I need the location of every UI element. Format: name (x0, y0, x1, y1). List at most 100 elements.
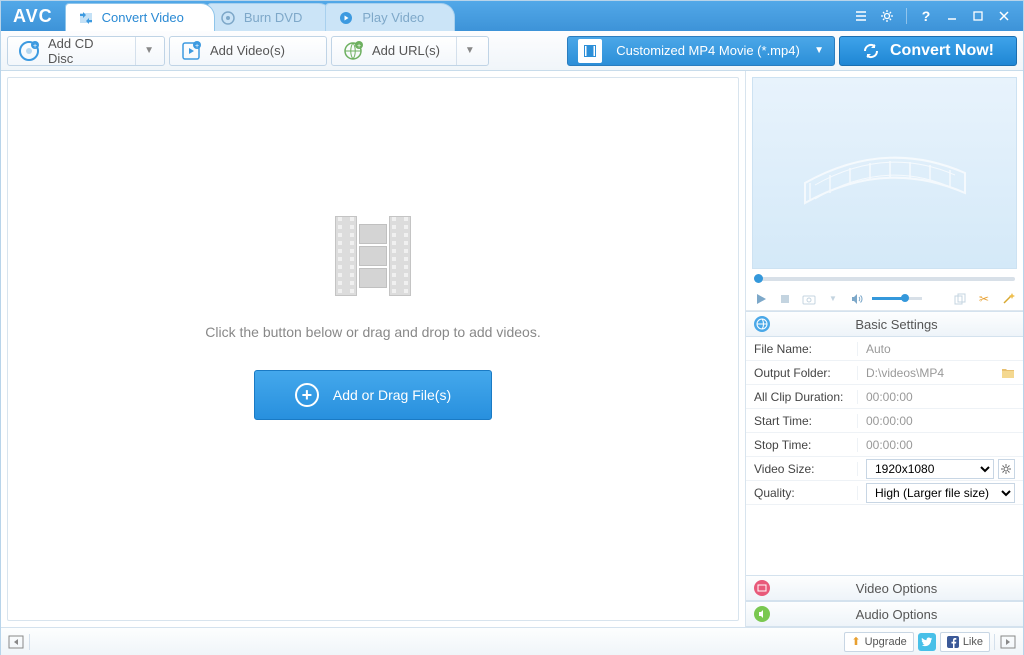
button-label: Add URL(s) (372, 43, 440, 58)
cut-icon[interactable]: ✂ (975, 290, 993, 308)
cd-icon: + (18, 40, 40, 62)
toolbar: + Add CD Disc ▼ + Add Video(s) + Add URL… (1, 31, 1023, 71)
value: 00:00:00 (858, 390, 1023, 404)
separator (994, 634, 995, 650)
play-icon[interactable] (752, 290, 770, 308)
settings-icon[interactable] (876, 5, 898, 27)
add-cd-button[interactable]: + Add CD Disc ▼ (7, 36, 165, 66)
bottom-sections: Video Options Audio Options (746, 575, 1023, 627)
value[interactable]: 00:00:00 (858, 414, 1023, 428)
snapshot-icon[interactable] (800, 290, 818, 308)
video-options-header[interactable]: Video Options (746, 575, 1023, 601)
volume-icon[interactable] (848, 290, 866, 308)
button-label: Add Video(s) (210, 43, 285, 58)
svg-text:+: + (357, 43, 361, 50)
video-icon (754, 580, 770, 596)
tabs: Convert Video Burn DVD Play Video (65, 1, 842, 31)
gear-icon[interactable] (998, 459, 1015, 479)
maximize-icon[interactable] (967, 5, 989, 27)
minimize-icon[interactable] (941, 5, 963, 27)
refresh-icon (862, 42, 880, 60)
add-files-button[interactable]: + Add or Drag File(s) (254, 370, 492, 420)
add-video-button[interactable]: + Add Video(s) (169, 36, 327, 66)
close-icon[interactable] (993, 5, 1015, 27)
value[interactable]: Auto (858, 342, 1023, 356)
label: File Name: (746, 342, 858, 356)
stop-icon[interactable] (776, 290, 794, 308)
video-file-icon: + (180, 40, 202, 62)
folder-path: D:\videos\MP4 (866, 366, 944, 380)
upgrade-button[interactable]: ⬆ Upgrade (844, 632, 913, 652)
drop-zone[interactable]: Click the button below or drag and drop … (7, 77, 739, 621)
svg-text:+: + (33, 43, 37, 50)
value[interactable]: D:\videos\MP4 (858, 366, 1023, 380)
row-clip-duration: All Clip Duration: 00:00:00 (746, 385, 1023, 409)
separator (906, 8, 907, 24)
drop-hint: Click the button below or drag and drop … (205, 324, 540, 340)
button-label: Add or Drag File(s) (333, 387, 451, 403)
copy-icon[interactable] (951, 290, 969, 308)
tab-convert-video[interactable]: Convert Video (65, 3, 215, 31)
player-controls: ▼ ✂ (746, 287, 1023, 311)
button-label: Upgrade (865, 636, 907, 648)
facebook-like-button[interactable]: Like (940, 632, 990, 652)
tab-play-video[interactable]: Play Video (325, 3, 455, 31)
row-quality: Quality: High (Larger file size) (746, 481, 1023, 505)
chevron-down-icon: ▼ (814, 45, 824, 56)
volume-slider[interactable] (872, 297, 922, 300)
tab-burn-dvd[interactable]: Burn DVD (207, 3, 334, 31)
button-label: Like (963, 636, 983, 648)
plus-icon: + (295, 383, 319, 407)
up-arrow-icon: ⬆ (851, 635, 860, 648)
folder-icon[interactable] (1001, 367, 1015, 379)
chevron-down-icon[interactable]: ▼ (824, 290, 842, 308)
app-logo: AVC (1, 1, 65, 31)
section-title: Basic Settings (778, 317, 1015, 332)
separator (29, 634, 30, 650)
globe-icon (754, 316, 770, 332)
window-controls: ? (842, 1, 1023, 31)
label: Output Folder: (746, 366, 858, 380)
file-list-panel: Click the button below or drag and drop … (1, 71, 745, 627)
button-label: Add CD Disc (48, 36, 119, 66)
add-url-button[interactable]: + Add URL(s) ▼ (331, 36, 489, 66)
profile-label: Customized MP4 Movie (*.mp4) (610, 43, 806, 58)
disc-icon (220, 10, 236, 26)
right-panel: ▼ ✂ Basic Settings File Name: Auto Outpu… (745, 71, 1023, 627)
preview-area (752, 77, 1017, 269)
globe-icon: + (342, 40, 364, 62)
row-output-folder: Output Folder: D:\videos\MP4 (746, 361, 1023, 385)
convert-icon (78, 10, 94, 26)
tab-label: Play Video (362, 10, 424, 25)
section-title: Audio Options (778, 607, 1015, 622)
collapse-left-icon[interactable] (7, 633, 25, 651)
output-profile-dropdown[interactable]: Customized MP4 Movie (*.mp4) ▼ (567, 36, 835, 66)
row-start-time: Start Time: 00:00:00 (746, 409, 1023, 433)
quality-select[interactable]: High (Larger file size) (866, 483, 1015, 503)
seek-slider-row (746, 271, 1023, 287)
tab-label: Burn DVD (244, 10, 303, 25)
wand-icon[interactable] (999, 290, 1017, 308)
filmstrip-icon (795, 133, 975, 213)
twitter-icon[interactable] (918, 633, 936, 651)
chevron-down-icon[interactable]: ▼ (135, 37, 154, 65)
audio-options-header[interactable]: Audio Options (746, 601, 1023, 627)
section-title: Video Options (778, 581, 1015, 596)
label: All Clip Duration: (746, 390, 858, 404)
seek-slider[interactable] (754, 277, 1015, 281)
video-size-select[interactable]: 1920x1080 (866, 459, 994, 479)
help-icon[interactable]: ? (915, 5, 937, 27)
row-video-size: Video Size: 1920x1080 (746, 457, 1023, 481)
basic-settings-header[interactable]: Basic Settings (746, 311, 1023, 337)
menu-icon[interactable] (850, 5, 872, 27)
chevron-down-icon[interactable]: ▼ (456, 37, 475, 65)
titlebar: AVC Convert Video Burn DVD Play Video ? (1, 1, 1023, 31)
button-label: Convert Now! (890, 42, 994, 60)
collapse-right-icon[interactable] (999, 633, 1017, 651)
label: Stop Time: (746, 438, 858, 452)
film-placeholder-icon (325, 208, 421, 304)
convert-button[interactable]: Convert Now! (839, 36, 1017, 66)
facebook-icon (947, 636, 959, 648)
value[interactable]: 00:00:00 (858, 438, 1023, 452)
statusbar: ⬆ Upgrade Like (1, 627, 1023, 655)
